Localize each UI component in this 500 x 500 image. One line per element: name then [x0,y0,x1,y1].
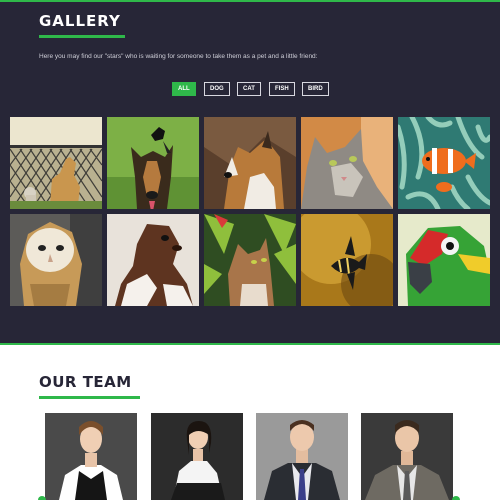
team-member-photo-3[interactable] [256,413,348,500]
carousel-edge-left [38,496,46,500]
gallery-photo-clownfish[interactable] [398,117,490,209]
gallery-title: GALLERY [39,12,121,30]
gallery-description: Here you may find our "stars" who is wai… [39,53,318,60]
gallery-section: GALLERY Here you may find our "stars" wh… [0,2,500,343]
filter-fish-button[interactable]: FISH [269,82,295,96]
gallery-photo-kitten[interactable] [204,214,296,306]
filter-bird-button[interactable]: BIRD [302,82,329,96]
gallery-filter-bar: ALL DOG CAT FISH BIRD [0,82,500,98]
gallery-photo-german-shepherd[interactable] [107,117,199,209]
filter-all-button[interactable]: ALL [172,82,196,96]
team-member-photo-1[interactable] [45,413,137,500]
team-member-photo-4[interactable] [361,413,453,500]
gallery-photo-parrot[interactable] [398,214,490,306]
team-title: OUR TEAM [39,373,132,391]
gallery-photo-grey-cat[interactable] [301,117,393,209]
section-divider-line [0,343,500,345]
gallery-photo-collie[interactable] [204,117,296,209]
gallery-title-underline [39,35,125,38]
gallery-photo-dog-fence[interactable] [10,117,102,209]
gallery-photo-owl[interactable] [10,214,102,306]
carousel-edge-right [452,496,460,500]
team-title-underline [39,396,140,399]
gallery-photo-small-fish[interactable] [301,214,393,306]
gallery-photo-spaniel[interactable] [107,214,199,306]
filter-dog-button[interactable]: DOG [204,82,230,96]
filter-cat-button[interactable]: CAT [237,82,261,96]
team-member-photo-2[interactable] [151,413,243,500]
